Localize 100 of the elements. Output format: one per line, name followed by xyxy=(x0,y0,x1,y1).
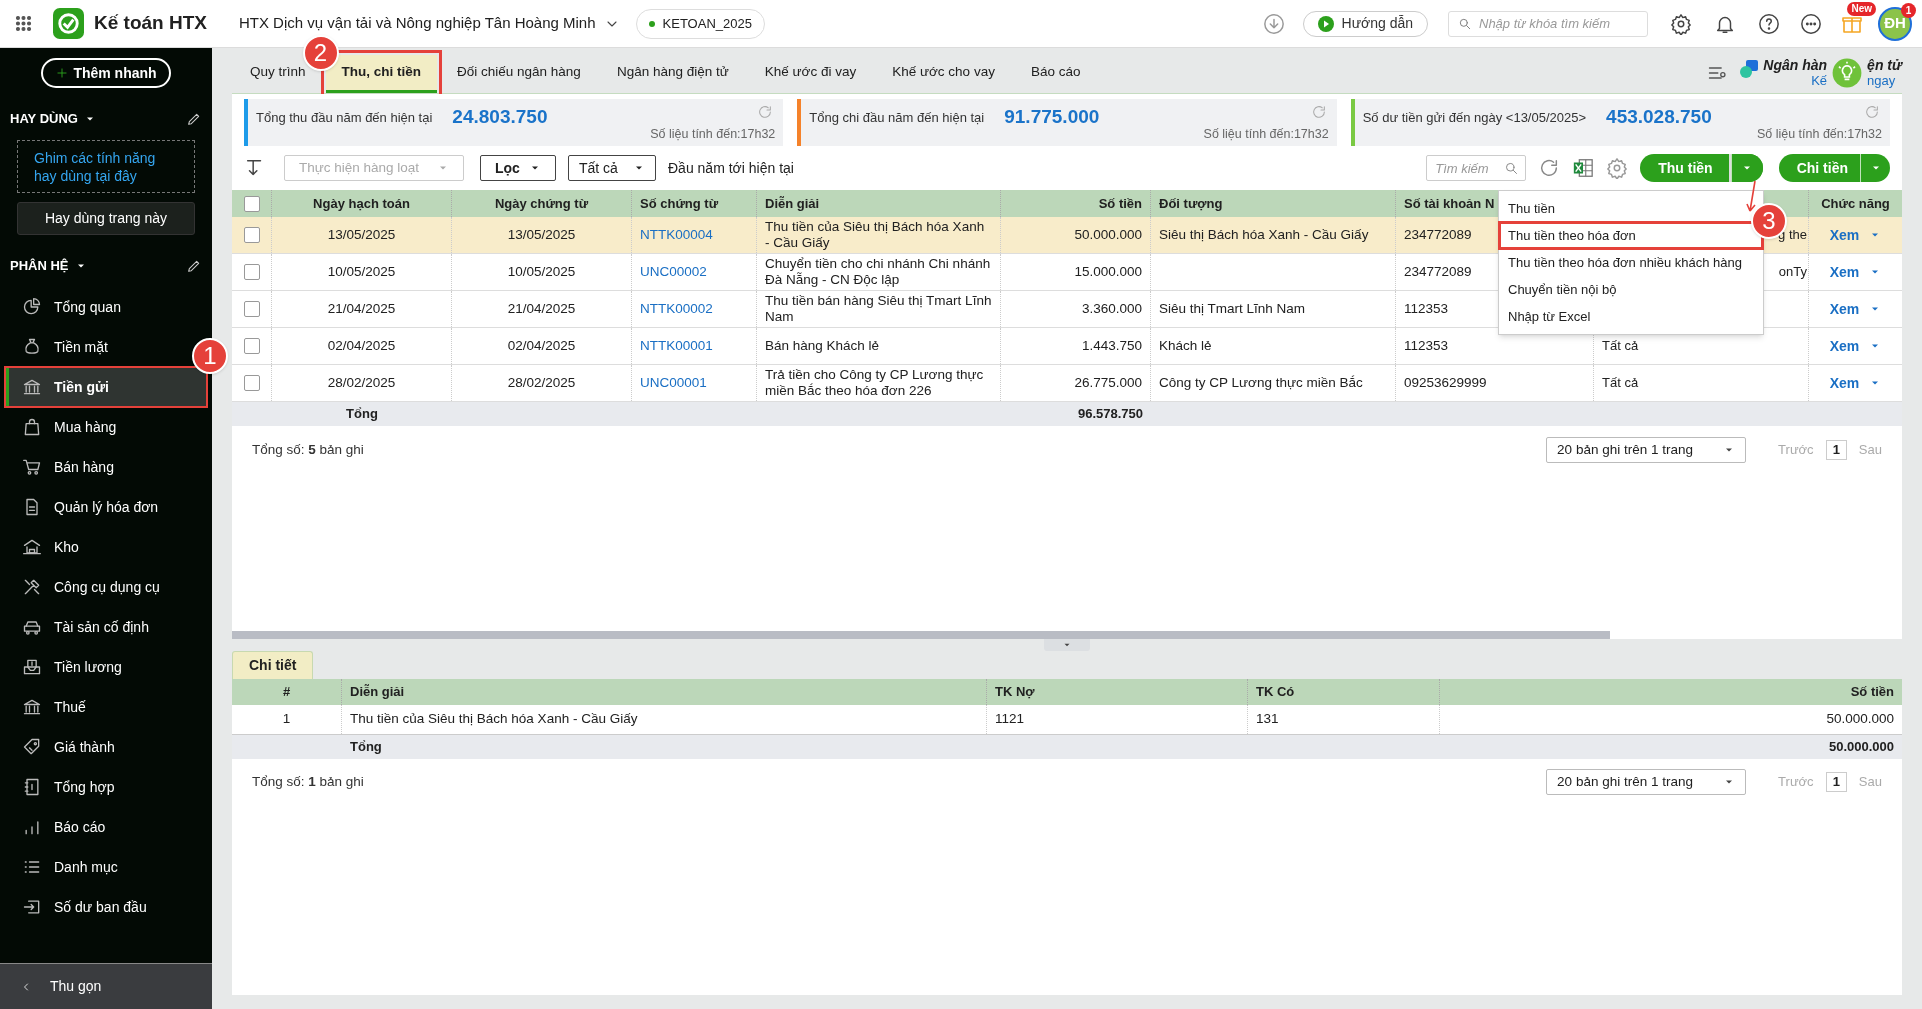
voucher-link[interactable]: NTTK00001 xyxy=(640,335,713,357)
checkbox[interactable] xyxy=(243,264,260,280)
sidebar-item[interactable]: Tiền gửi xyxy=(5,367,207,407)
checkbox[interactable] xyxy=(243,375,260,391)
table-row[interactable]: 02/04/2025 02/04/2025 NTTK00001 Bán hàng Khách lẻ 1.443.750 Khách lẻ 112353 Tất cả Xem xyxy=(232,328,1902,365)
tab[interactable]: Khế ước đi vay xyxy=(748,55,873,93)
collapse-button[interactable]: Thu gọn xyxy=(0,963,212,1009)
table-cell-text: 13/05/2025 xyxy=(327,225,396,244)
table-cell-text: 10/05/2025 xyxy=(507,262,576,281)
table-row[interactable]: 28/02/2025 28/02/2025 UNC00001 Trả tiền cho Công ty CP Lương thực miền Bắc theo hóa đơn 226 26.775.000 Công ty CP Lương thực miền Bắc 09253629999 Tất cả Xem xyxy=(232,365,1902,402)
table-cell-text: 234772089 xyxy=(1404,262,1472,281)
cart-icon xyxy=(22,457,42,477)
voucher-link[interactable]: UNC00002 xyxy=(640,261,707,283)
filter-button[interactable]: Lọc xyxy=(480,155,556,181)
panel-toggle[interactable] xyxy=(1044,639,1090,651)
page-size-select[interactable]: 20 bản ghi trên 1 trang xyxy=(1546,437,1747,463)
voucher-link[interactable]: UNC00001 xyxy=(640,372,707,394)
table-cell-text: Tất cả xyxy=(1602,337,1639,356)
voucher-link[interactable]: NTTK00004 xyxy=(640,224,713,246)
modules-toggle[interactable]: PHÂN HỆ xyxy=(10,256,87,276)
pin-page-button[interactable]: Hay dùng trang này xyxy=(17,202,195,235)
connect-link[interactable]: ngay xyxy=(1867,73,1896,88)
view-button[interactable]: Xem xyxy=(1829,224,1882,246)
menu-item[interactable]: Nhập từ Excel xyxy=(1499,303,1600,330)
voucher-link[interactable]: NTTK00002 xyxy=(640,298,713,320)
sidebar-item[interactable]: Mua hàng xyxy=(5,407,121,447)
help-icon[interactable] xyxy=(1758,12,1780,35)
receive-dropdown-button[interactable] xyxy=(1730,154,1763,182)
column-header: Ngày chứng từ xyxy=(494,194,589,213)
column-header: Ngày hạch toán xyxy=(313,194,410,213)
view-button[interactable]: Xem xyxy=(1829,298,1882,320)
column-header: Diễn giải xyxy=(350,683,405,702)
sidebar-item[interactable]: Tổng hợp xyxy=(5,767,119,807)
sidebar-item[interactable]: Danh mục xyxy=(5,847,122,887)
connect-link[interactable]: Kế xyxy=(1811,73,1828,88)
plus-icon xyxy=(55,66,70,80)
sidebar-item[interactable]: Số dư ban đầu xyxy=(5,887,151,927)
bank-icon xyxy=(22,697,42,717)
favorites-toggle[interactable]: HAY DÙNG xyxy=(10,109,96,129)
detail-tab[interactable]: Chi tiết xyxy=(232,651,314,679)
checkbox[interactable] xyxy=(243,227,260,243)
tools-icon xyxy=(22,577,42,597)
pencil-icon[interactable] xyxy=(186,258,202,274)
table-cell-text: 10/05/2025 xyxy=(327,262,396,281)
total-amount: 50.000.000 xyxy=(1828,738,1894,757)
table-cell-text: 234772089 xyxy=(1404,225,1472,244)
sidebar-item[interactable]: Giá thành xyxy=(5,727,119,767)
company-selector[interactable]: HTX Dịch vụ vận tải và Nông nghiệp Tân Hoàng Minh xyxy=(238,12,620,35)
checkbox[interactable] xyxy=(243,338,260,354)
sidebar-item[interactable]: Tiền lương xyxy=(5,647,126,687)
sidebar-item[interactable]: Báo cáo xyxy=(5,807,110,847)
play-icon xyxy=(1317,15,1334,32)
more-icon[interactable] xyxy=(1800,12,1822,35)
table-row[interactable]: 1 Thu tiền của Siêu thị Bách hóa Xanh - Cầu Giấy 1121 131 50.000.000 xyxy=(232,705,1902,735)
scope-select[interactable]: Tất cả xyxy=(568,155,656,181)
sidebar-item[interactable]: Tổng quan xyxy=(5,287,125,327)
menu-item[interactable]: Thu tiền theo hóa đơn xyxy=(1499,222,1763,249)
table-cell-text: 50.000.000 xyxy=(1826,710,1894,729)
tab[interactable]: Khế ước cho vay xyxy=(876,55,1011,93)
sidebar-item[interactable]: Thuế xyxy=(5,687,90,727)
tab[interactable]: Đối chiếu ngân hàng xyxy=(441,55,597,93)
table-search-field[interactable]: Tìm kiếm xyxy=(1426,155,1527,181)
sidebar-item[interactable]: Tiền mặt xyxy=(5,327,112,367)
lightbulb-icon[interactable] xyxy=(1831,57,1864,89)
refresh-icon[interactable] xyxy=(1864,104,1880,120)
checkbox[interactable] xyxy=(243,195,260,212)
sidebar-item[interactable]: Quản lý hóa đơn xyxy=(5,487,163,527)
search-field[interactable]: Nhập từ khóa tìm kiếm xyxy=(1448,10,1648,37)
table-cell-text: Siêu thị Tmart Lĩnh Nam xyxy=(1159,299,1306,318)
view-button[interactable]: Xem xyxy=(1829,335,1882,357)
checkbox[interactable] xyxy=(243,301,260,317)
refresh-icon[interactable] xyxy=(1310,104,1327,120)
view-button[interactable]: Xem xyxy=(1829,372,1882,394)
table-cell-text: 09253629999 xyxy=(1404,373,1487,392)
quick-add-button[interactable]: Thêm nhanh xyxy=(41,58,171,88)
view-button[interactable]: Xem xyxy=(1829,261,1882,283)
sidebar-item[interactable]: Tài sản cố định xyxy=(5,607,153,647)
page-number[interactable]: 1 xyxy=(1825,440,1847,460)
settings-icon[interactable] xyxy=(1670,12,1692,35)
download-icon[interactable] xyxy=(1262,12,1285,35)
tab[interactable]: Báo cáo xyxy=(1014,55,1097,93)
table-cell: Thu tiền bán hàng Siêu thị Tmart Lĩnh Nam xyxy=(765,293,992,325)
card-value: 453.028.750 xyxy=(1606,105,1712,129)
total-label: Tổng xyxy=(350,738,382,757)
table-cell-text: 13/05/2025 xyxy=(507,225,576,244)
app-grid-icon[interactable] xyxy=(14,14,33,33)
sidebar-item[interactable]: Công cụ dụng cụ xyxy=(5,567,164,607)
horizontal-scrollbar[interactable] xyxy=(232,631,1610,639)
spreadsheet-icon[interactable] xyxy=(1572,157,1595,179)
table-cell-text: Trả tiền cho Công ty CP Lương thực miền Bắc theo hóa đơn 226 xyxy=(765,367,985,399)
refresh-icon[interactable] xyxy=(757,104,774,120)
period-label: Đầu năm tới hiện tại xyxy=(668,158,794,178)
tab[interactable]: Ngân hàng điện tử xyxy=(600,55,745,93)
page-size-select[interactable]: 20 bản ghi trên 1 trang xyxy=(1546,769,1747,795)
sidebar-item[interactable]: Bán hàng xyxy=(5,447,118,487)
pencil-icon[interactable] xyxy=(186,111,202,127)
card-note: Số liệu tính đến:17h32 xyxy=(1756,126,1882,144)
search-icon xyxy=(1458,16,1472,31)
sidebar-item[interactable]: Kho xyxy=(5,527,83,567)
page-number[interactable]: 1 xyxy=(1825,772,1847,792)
